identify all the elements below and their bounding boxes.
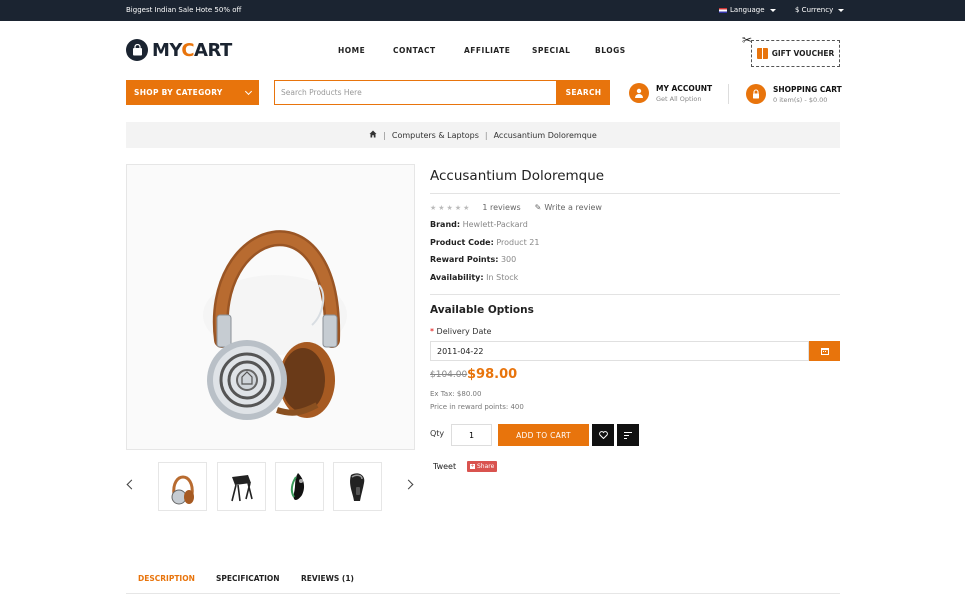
chevron-down-icon [838, 8, 845, 12]
thumbnail-carousel [126, 462, 415, 512]
tweet-button[interactable]: Tweet [433, 462, 456, 471]
old-price: $104.00 [430, 370, 468, 380]
tab-description[interactable]: DESCRIPTION [138, 574, 195, 583]
brand-row: Brand: Hewlett-Packard [430, 220, 528, 229]
top-bar: Biggest Indian Sale Hote 50% off Languag… [0, 0, 965, 21]
shop-by-category-button[interactable]: SHOP BY CATEGORY [126, 80, 259, 105]
reward-row: Reward Points: 300 [430, 255, 517, 264]
qty-label: Qty [430, 429, 445, 438]
thumbnail-3[interactable] [275, 462, 324, 511]
shopping-bag-icon [126, 39, 148, 61]
gift-icon [756, 48, 768, 59]
thumbnail-4[interactable] [333, 462, 382, 511]
breadcrumb-link[interactable]: Computers & Laptops [392, 131, 479, 140]
logo-text: MYCART [152, 39, 232, 61]
site-logo[interactable]: MYCART [126, 39, 232, 61]
account-title: MY ACCOUNT [656, 83, 713, 93]
calendar-button[interactable] [809, 341, 840, 361]
promo-text: Biggest Indian Sale Hote 50% off [126, 6, 242, 14]
lock-icon [746, 84, 766, 104]
divider [728, 84, 729, 104]
share-button[interactable]: + Share [467, 461, 498, 472]
code-row: Product Code: Product 21 [430, 238, 540, 247]
cart-subtitle: 0 item(s) - $0.00 [773, 95, 828, 104]
nav-special[interactable]: SPECIAL [532, 46, 570, 55]
compare-button[interactable] [617, 424, 639, 446]
currency-dropdown[interactable]: $ Currency [795, 6, 845, 14]
add-to-cart-button[interactable]: ADD TO CART [498, 424, 589, 446]
category-label: SHOP BY CATEGORY [134, 88, 223, 97]
flag-icon [719, 7, 727, 13]
home-icon[interactable] [369, 130, 377, 140]
chevron-down-icon [769, 8, 776, 12]
breadcrumb-current[interactable]: Accusantium Doloremque [494, 131, 597, 140]
nav-home[interactable]: HOME [338, 46, 365, 55]
tab-reviews[interactable]: REVIEWS (1) [301, 574, 354, 583]
gift-voucher-label: GIFT VOUCHER [771, 49, 835, 58]
brand-link[interactable]: Hewlett-Packard [463, 220, 528, 229]
thumbnail-2[interactable] [217, 462, 266, 511]
tab-divider [126, 593, 840, 594]
tab-specification[interactable]: SPECIFICATION [216, 574, 280, 583]
account-subtitle: Get All Option [656, 94, 702, 103]
shopping-cart[interactable]: SHOPPING CART 0 item(s) - $0.00 [746, 84, 842, 104]
write-review-link[interactable]: Write a review [544, 203, 602, 212]
search-button[interactable]: SEARCH [557, 80, 610, 105]
pencil-icon: ✎ [534, 203, 542, 212]
delivery-date-label: * Delivery Date [430, 327, 492, 336]
compare-icon [624, 431, 632, 439]
calendar-icon [820, 348, 829, 355]
headphones-image [203, 230, 347, 420]
cart-title: SHOPPING CART [773, 84, 842, 94]
nav-blogs[interactable]: BLOGS [595, 46, 626, 55]
nav-affiliate[interactable]: AFFILIATE [464, 46, 510, 55]
divider [430, 193, 840, 194]
breadcrumb: | Computers & Laptops | Accusantium Dolo… [126, 122, 840, 148]
delivery-date-input[interactable] [430, 341, 809, 361]
heart-icon [598, 431, 608, 439]
thumbnail-1[interactable] [158, 462, 207, 511]
chevron-right-icon[interactable] [403, 479, 414, 490]
options-heading: Available Options [430, 304, 534, 316]
plus-icon: + [470, 463, 475, 469]
star-rating: ★★★★★ [430, 203, 472, 212]
product-main-image[interactable] [126, 164, 415, 450]
availability-row: Availability: In Stock [430, 273, 519, 282]
language-label: Language [730, 6, 765, 14]
search-input[interactable] [274, 80, 557, 105]
reward-price: Price in reward points: 400 [430, 403, 524, 411]
product-rating: ★★★★★ 1 reviews ✎ Write a review [430, 203, 602, 212]
language-dropdown[interactable]: Language [719, 6, 776, 14]
product-title: Accusantium Doloremque [430, 168, 605, 184]
nav-contact[interactable]: CONTACT [393, 46, 436, 55]
new-price: $98.00 [467, 367, 518, 382]
qty-input[interactable] [451, 424, 492, 446]
divider [430, 294, 840, 295]
wishlist-button[interactable] [592, 424, 614, 446]
currency-label: $ Currency [795, 6, 834, 14]
chevron-down-icon [244, 87, 253, 95]
chevron-left-icon[interactable] [126, 479, 137, 490]
reviews-link[interactable]: 1 reviews [482, 203, 520, 212]
ex-tax: Ex Tax: $80.00 [430, 390, 482, 398]
gift-voucher-button[interactable]: GIFT VOUCHER [751, 40, 840, 67]
user-icon [629, 83, 649, 103]
my-account[interactable]: MY ACCOUNT Get All Option [629, 83, 712, 103]
